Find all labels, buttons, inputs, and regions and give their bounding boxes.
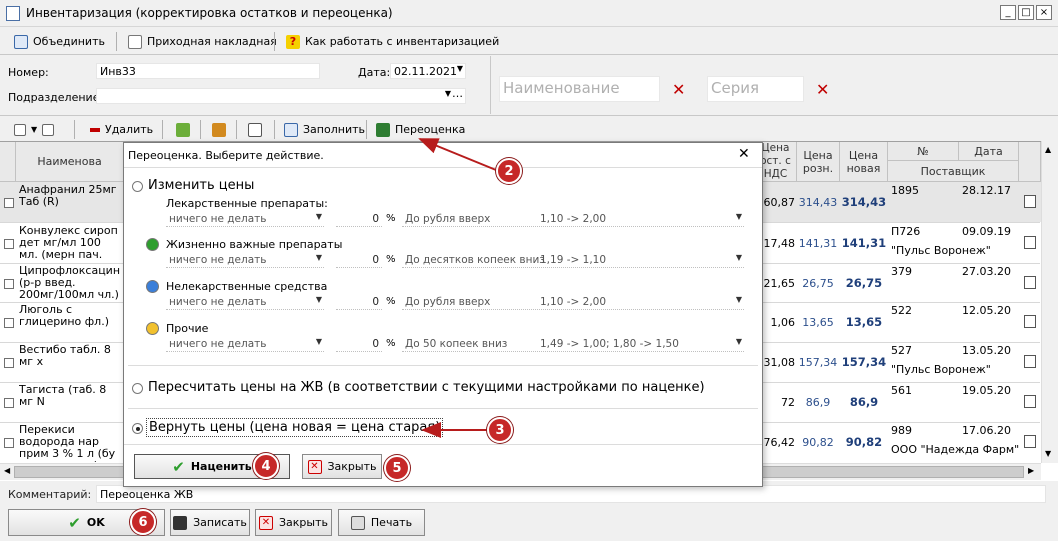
step-badge-3: 3 xyxy=(487,417,513,443)
step-badge-5: 5 xyxy=(384,455,410,481)
annotation-arrows xyxy=(418,138,497,438)
step-badge-6: 6 xyxy=(130,509,156,535)
step-badge-4: 4 xyxy=(253,453,279,479)
step-badge-2: 2 xyxy=(496,158,522,184)
